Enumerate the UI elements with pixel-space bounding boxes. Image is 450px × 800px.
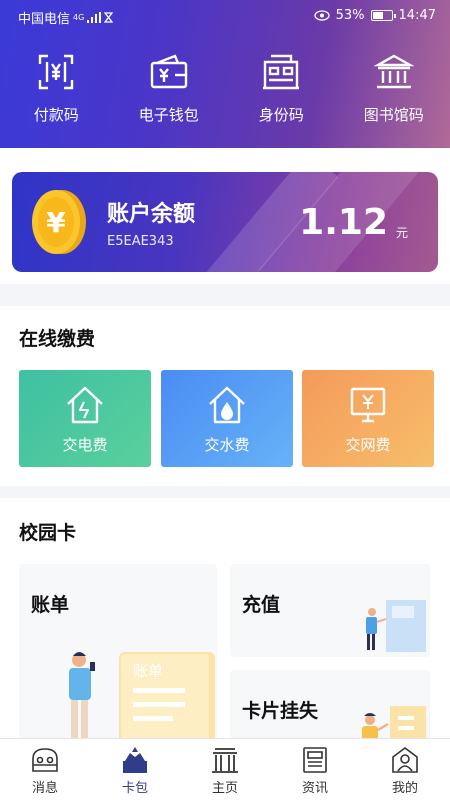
balance-unit: 元 xyxy=(395,226,408,240)
coin-symbol: ¥ xyxy=(46,206,66,239)
network-label: 4G xyxy=(73,13,85,22)
quick-action-label: 付款码 xyxy=(33,106,79,124)
pay-label: 交水费 xyxy=(204,436,250,454)
bill-label: 账单 xyxy=(31,594,70,616)
quick-action-id-code[interactable]: 身份码 xyxy=(225,52,338,125)
quick-action-wallet[interactable]: 电子钱包 xyxy=(113,52,226,125)
pay-internet-button[interactable]: 交网费 xyxy=(302,370,434,467)
balance-card[interactable]: ¥ 账户余额 E5EAE343 1.12 元 xyxy=(12,172,438,272)
report-loss-label: 卡片挂失 xyxy=(242,700,319,722)
payment-code-icon xyxy=(39,54,74,90)
quick-action-payment-code[interactable]: 付款码 xyxy=(0,52,113,125)
library-icon xyxy=(373,54,414,89)
tab-label: 消息 xyxy=(31,781,58,796)
report-loss-card[interactable]: 卡片挂失 xyxy=(230,670,430,738)
section-title: 校园卡 xyxy=(19,522,77,544)
tab-label: 资讯 xyxy=(301,781,328,796)
balance-amount: 1.12 xyxy=(299,202,388,243)
clock: 14:47 xyxy=(398,8,436,23)
electricity-house-icon xyxy=(67,386,103,424)
quick-action-label: 电子钱包 xyxy=(138,106,199,124)
bottom-tab-bar: 消息 卡包 主页 资讯 我的 xyxy=(0,738,450,800)
balance-title: 账户余额 xyxy=(107,202,196,227)
card-pack-icon xyxy=(123,747,147,773)
recharge-card[interactable]: 充值 xyxy=(230,564,430,657)
quick-action-label: 身份码 xyxy=(258,106,304,124)
tab-label: 卡包 xyxy=(121,781,148,796)
coin-icon: ¥ xyxy=(32,190,86,254)
online-payment-section: 在线缴费 交电费 交水费 交网费 xyxy=(0,306,450,486)
bill-illustration-text: 账单 xyxy=(133,662,163,680)
account-id: E5EAE343 xyxy=(107,234,174,249)
header-banner: 中国电信 4G 53% 14:47 付款码 电子钱包 身份码 图书馆码 xyxy=(0,0,450,148)
battery-icon xyxy=(370,10,396,21)
internet-monitor-icon xyxy=(350,387,386,423)
tab-messages[interactable]: 消息 xyxy=(0,739,90,800)
tab-news[interactable]: 资讯 xyxy=(270,739,360,800)
quick-action-label: 图书馆码 xyxy=(363,106,424,124)
recharge-label: 充值 xyxy=(242,594,281,616)
news-icon xyxy=(303,747,327,773)
tab-label: 主页 xyxy=(211,781,238,796)
pay-water-button[interactable]: 交水费 xyxy=(161,370,293,467)
signal-icon xyxy=(87,12,102,23)
home-building-icon xyxy=(212,748,238,773)
campus-card-section: 校园卡 账单 账单 充值 卡片挂失 xyxy=(0,498,450,738)
pay-electricity-button[interactable]: 交电费 xyxy=(19,370,151,467)
tab-label: 我的 xyxy=(391,781,418,796)
water-house-icon xyxy=(209,386,245,424)
tab-card-pack[interactable]: 卡包 xyxy=(90,739,180,800)
pay-label: 交网费 xyxy=(345,436,391,454)
profile-icon xyxy=(392,747,418,773)
pay-label: 交电费 xyxy=(62,436,108,454)
section-title: 在线缴费 xyxy=(19,328,96,350)
quick-action-library[interactable]: 图书馆码 xyxy=(338,52,450,125)
quick-actions: 付款码 电子钱包 身份码 图书馆码 xyxy=(0,52,450,125)
tab-profile[interactable]: 我的 xyxy=(360,739,450,800)
hourglass-icon xyxy=(104,12,114,23)
carrier-label: 中国电信 xyxy=(18,12,71,27)
report-loss-illustration xyxy=(362,706,426,738)
message-icon xyxy=(32,748,58,772)
tab-home[interactable]: 主页 xyxy=(180,739,270,800)
recharge-illustration xyxy=(366,600,426,652)
status-bar: 中国电信 4G 53% 14:47 xyxy=(0,0,450,30)
id-code-icon xyxy=(263,54,300,90)
bill-card[interactable]: 账单 账单 xyxy=(19,564,217,738)
battery-percent: 53% xyxy=(335,8,365,23)
wallet-icon xyxy=(150,54,187,89)
eye-icon xyxy=(313,10,330,21)
bill-illustration: 账单 xyxy=(69,652,215,738)
